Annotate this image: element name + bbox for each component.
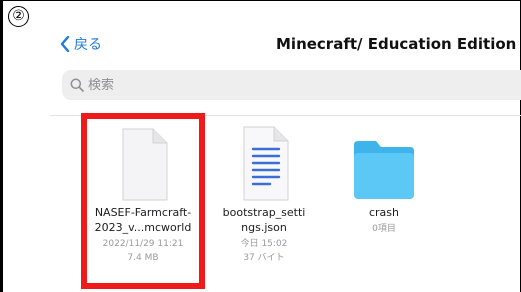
page-title: Minecraft/ Education Edition — [276, 35, 517, 53]
file-date: 今日 15:02 — [240, 239, 288, 249]
file-thumbnail — [204, 121, 324, 201]
text-document-icon — [243, 126, 289, 201]
folder-name: crash — [368, 206, 399, 219]
file-name-line-1: bootstrap_setti — [222, 206, 306, 219]
navigation-bar: 戻る Minecraft/ Education Edition — [0, 0, 521, 56]
back-label: 戻る — [74, 37, 102, 53]
chevron-left-icon — [60, 36, 70, 52]
search-bar[interactable] — [62, 70, 521, 100]
search-input[interactable] — [88, 77, 468, 93]
file-item-json[interactable]: bootstrap_setti ngs.json 今日 15:02 37 バイト — [204, 121, 324, 265]
back-button[interactable]: 戻る — [60, 34, 102, 54]
file-name-line-2: ngs.json — [241, 221, 287, 234]
search-icon — [70, 78, 84, 92]
folder-icon — [354, 141, 414, 199]
folder-item-crash[interactable]: crash 0項目 — [324, 121, 444, 236]
folder-item-count: 0項目 — [372, 224, 396, 234]
folder-thumbnail — [324, 121, 444, 201]
highlight-box — [81, 113, 205, 289]
file-size: 37 バイト — [243, 253, 285, 263]
